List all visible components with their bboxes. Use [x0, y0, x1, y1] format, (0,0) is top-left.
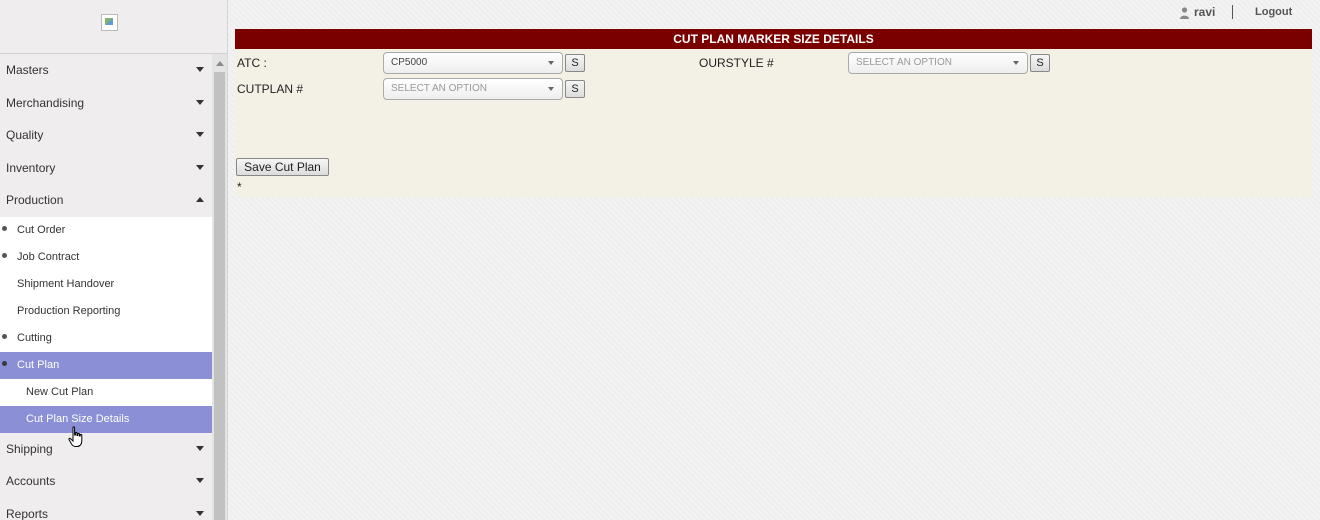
cut-plan-form-panel: CUT PLAN MARKER SIZE DETAILS ATC : CP500… [235, 29, 1312, 197]
form-title: CUT PLAN MARKER SIZE DETAILS [235, 29, 1312, 49]
menu-merchandising[interactable]: Merchandising [0, 86, 212, 119]
atc-search-button[interactable]: S [565, 54, 585, 72]
submenu-label: Production Reporting [17, 304, 121, 317]
required-asterisk: * [237, 180, 242, 194]
menu-masters[interactable]: Masters [0, 54, 212, 87]
ourstyle-search-button[interactable]: S [1030, 54, 1050, 72]
production-submenu: Cut Order Job Contract Shipment Handover… [0, 216, 212, 433]
cutplan-select-value: SELECT AN OPTION [391, 83, 487, 94]
menu-shipping[interactable]: Shipping [0, 432, 212, 465]
bullet-icon [2, 252, 7, 258]
scrollbar-thumb[interactable] [214, 72, 225, 520]
submenu-cutting[interactable]: Cutting [0, 325, 212, 352]
submenu-cut-order[interactable]: Cut Order [0, 217, 212, 244]
submenu-cut-plan-size-details[interactable]: Cut Plan Size Details [0, 405, 212, 433]
logo-area [0, 0, 227, 54]
atc-label: ATC : [237, 56, 267, 70]
menu-label: Accounts [6, 474, 56, 488]
atc-select[interactable]: CP5000 [383, 52, 563, 74]
menu-label: Quality [6, 128, 44, 142]
sidebar: Masters Merchandising Quality Inventory … [0, 0, 228, 520]
ourstyle-select-value: SELECT AN OPTION [856, 57, 952, 68]
bullet-icon [2, 333, 7, 339]
bullet-icon [2, 225, 7, 231]
submenu-cut-plan[interactable]: Cut Plan [0, 351, 212, 379]
submenu-label: Cut Order [17, 223, 66, 236]
menu-label: Inventory [6, 160, 56, 175]
atc-select-value: CP5000 [391, 57, 428, 68]
menu-label: Production [6, 193, 64, 207]
submenu-label: Cutting [17, 331, 52, 344]
sidebar-scrollbar[interactable] [212, 54, 227, 520]
menu-label: Reports [6, 506, 49, 520]
dropdown-arrow-icon [548, 61, 554, 65]
cutplan-select[interactable]: SELECT AN OPTION [383, 78, 563, 100]
menu-accounts[interactable]: Accounts [0, 465, 212, 498]
chevron-down-icon [196, 99, 204, 105]
bullet-icon [2, 360, 7, 366]
submenu-shipment-handover[interactable]: Shipment Handover [0, 271, 212, 298]
dropdown-arrow-icon [548, 87, 554, 91]
chevron-down-icon [196, 510, 204, 516]
menu-label: Masters [6, 63, 49, 77]
sidebar-menu: Masters Merchandising Quality Inventory … [0, 54, 212, 520]
chevron-down-icon [196, 478, 204, 483]
chevron-down-icon [196, 132, 204, 137]
menu-quality[interactable]: Quality [0, 119, 212, 152]
cutplan-search-button[interactable]: S [565, 80, 585, 98]
chevron-down-icon [196, 445, 204, 451]
hand-pointer-cursor-icon [68, 426, 83, 447]
submenu-new-cut-plan[interactable]: New Cut Plan [0, 378, 212, 406]
broken-image-icon [101, 14, 118, 31]
menu-label: Shipping [6, 441, 53, 456]
chevron-down-icon [196, 67, 204, 72]
submenu-job-contract[interactable]: Job Contract [0, 244, 212, 271]
dropdown-arrow-icon [1013, 61, 1019, 65]
menu-label: Merchandising [6, 95, 85, 110]
save-cut-plan-button[interactable]: Save Cut Plan [236, 158, 329, 176]
submenu-label: New Cut Plan [26, 385, 94, 398]
menu-production[interactable]: Production [0, 184, 212, 217]
submenu-production-reporting[interactable]: Production Reporting [0, 298, 212, 325]
submenu-label: Cut Plan Size Details [26, 412, 130, 425]
menu-inventory[interactable]: Inventory [0, 151, 212, 184]
cutplan-label: CUTPLAN # [237, 82, 304, 96]
chevron-up-icon [196, 197, 204, 202]
chevron-down-icon [196, 164, 204, 170]
header-separator [1232, 5, 1233, 19]
submenu-label: Cut Plan [17, 358, 60, 371]
scroll-up-arrow-icon[interactable] [216, 61, 224, 66]
logout-link[interactable]: Logout [1255, 6, 1292, 18]
ourstyle-label: OURSTYLE # [699, 56, 774, 70]
username[interactable]: ravi [1194, 5, 1215, 19]
submenu-label: Shipment Handover [17, 277, 115, 290]
submenu-label: Job Contract [17, 250, 80, 263]
menu-reports[interactable]: Reports [0, 497, 212, 520]
ourstyle-select[interactable]: SELECT AN OPTION [848, 52, 1028, 74]
user-icon [1180, 7, 1189, 19]
